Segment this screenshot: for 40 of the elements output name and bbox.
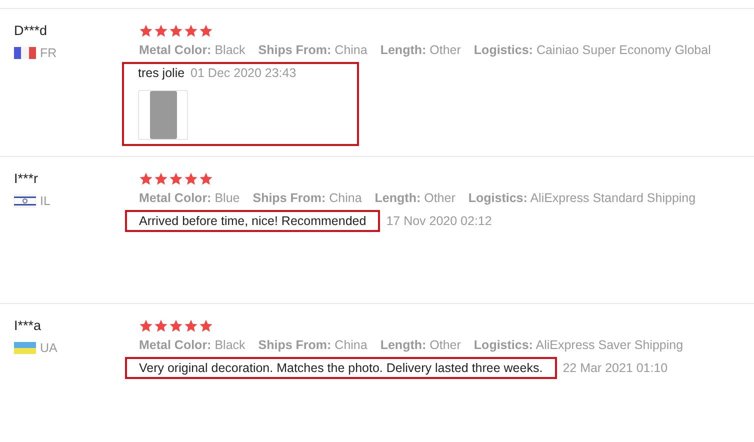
review-text: tres jolie: [138, 66, 185, 80]
star-icon: [154, 318, 168, 332]
star-icon: [154, 172, 168, 186]
star-icon: [184, 24, 198, 38]
product-attribute: Length: Other: [380, 338, 461, 352]
reviewer-name: D***d: [14, 23, 48, 38]
product-attribute: Ships From: China: [258, 338, 368, 352]
product-attribute: Length: Other: [380, 43, 461, 57]
product-attribute: Ships From: China: [258, 43, 368, 57]
star-icon: [184, 172, 198, 186]
star-icon: [169, 318, 183, 332]
product-attribute: Logistics: AliExpress Standard Shipping: [468, 191, 696, 205]
product-attribute: Ships From: China: [252, 191, 362, 205]
review-text: Arrived before time, nice! Recommended: [139, 214, 366, 228]
star-icon: [199, 24, 213, 38]
review-date: 01 Dec 2020 23:43: [190, 66, 296, 80]
review-photo[interactable]: [138, 90, 188, 140]
star-icon: [199, 318, 213, 332]
star-icon: [199, 172, 213, 186]
country-code: UA: [40, 341, 58, 355]
product-attribute: Metal Color: Black: [139, 338, 246, 352]
reviewer-name: I***a: [14, 318, 42, 333]
review-date: 17 Nov 2020 02:12: [386, 214, 492, 228]
review-text: Very original decoration. Matches the photo. Delivery lasted three weeks.: [139, 361, 543, 375]
star-icon: [139, 172, 153, 186]
product-attribute: Metal Color: Black: [139, 43, 246, 57]
product-attribute: Logistics: Cainiao Super Economy Global: [474, 43, 711, 57]
star-icon: [154, 24, 168, 38]
product-attribute: Metal Color: Blue: [139, 191, 240, 205]
product-attribute: Logistics: AliExpress Saver Shipping: [474, 338, 684, 352]
country-code: FR: [40, 46, 57, 60]
product-attribute: Length: Other: [374, 191, 456, 205]
star-icon: [139, 24, 153, 38]
country-code: IL: [40, 194, 50, 208]
star-icon: [139, 318, 153, 332]
review-date: 22 Mar 2021 01:10: [562, 361, 668, 375]
star-icon: [184, 318, 198, 332]
reviewer-name: I***r: [14, 171, 40, 186]
star-icon: [169, 24, 183, 38]
star-icon: [169, 172, 183, 186]
